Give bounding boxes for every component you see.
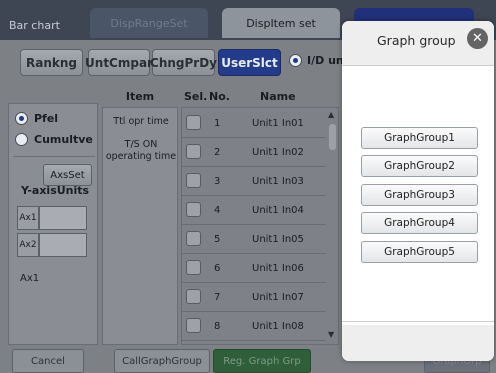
divider [13,156,95,157]
select-checkbox[interactable] [186,231,201,246]
radio-dot-icon [15,112,28,125]
row-number: 6 [214,263,221,274]
dialog-footer [342,325,494,361]
scroll-down-icon[interactable]: ▼ [328,330,334,339]
row-name: Unit1 In06 [252,263,304,274]
row-number: 2 [214,147,221,158]
register-graph-group-button[interactable]: Reg. Graph Grp [213,349,311,373]
row-name: Unit1 In04 [252,205,304,216]
change-period-day-button[interactable]: ChngPrDy [150,49,217,76]
radio-dot-icon [289,54,302,67]
left-panel: Pfel Cumultve Y-axisUnits Ax1 Ax2 Ax1 [8,103,98,345]
item-operating-time[interactable]: operating time [103,151,179,162]
row-number: 8 [214,321,221,332]
row-name: Unit1 In05 [252,234,304,245]
table-scrollbar[interactable]: ▲ ▼ [327,110,338,342]
ax1-row: Ax1 [17,206,87,230]
radio-dot-icon [15,133,28,146]
scroll-thumb[interactable] [329,124,336,150]
graph-group-dialog: Graph group ✕ GraphGroup1 GraphGroup2 Gr… [342,21,494,361]
table-row[interactable]: 7 Unit1 In07 [182,283,326,312]
screen-title: Bar chart [9,18,60,32]
ax1-text: Ax1 [20,273,40,284]
graph-group-4-button[interactable]: GraphGroup4 [361,212,478,234]
graph-group-2-button[interactable]: GraphGroup2 [361,155,478,177]
ax1-input[interactable] [39,206,87,230]
scroll-up-icon[interactable]: ▲ [328,110,334,119]
row-number: 5 [214,234,221,245]
cumulative-radio[interactable]: Cumultve [15,133,93,146]
select-checkbox[interactable] [186,289,201,304]
table-row[interactable]: 2 Unit1 In02 [182,138,326,167]
select-checkbox[interactable] [186,202,201,217]
item-header: Item [125,90,155,103]
cancel-button[interactable]: Cancel [12,349,84,373]
pfel-radio[interactable]: Pfel [15,112,58,125]
row-name: Unit1 In03 [252,176,304,187]
item-total-operation-time[interactable]: Ttl opr time [103,116,179,127]
row-number: 3 [214,176,221,187]
no-column-header: No. [209,90,230,103]
select-checkbox[interactable] [186,173,201,188]
axis-set-button[interactable]: AxsSet [43,164,92,186]
item-ts-on[interactable]: T/S ON [103,139,179,150]
row-name: Unit1 In01 [252,118,304,129]
close-icon[interactable]: ✕ [467,28,488,49]
table-row[interactable]: 5 Unit1 In05 [182,225,326,254]
divider [342,321,494,322]
row-name: Unit1 In02 [252,147,304,158]
ax2-label: Ax2 [17,233,39,257]
row-number: 7 [214,292,221,303]
row-number: 4 [214,205,221,216]
ax1-label: Ax1 [17,206,39,230]
graph-group-1-button[interactable]: GraphGroup1 [361,127,478,149]
table-row[interactable]: 6 Unit1 In06 [182,254,326,283]
table-row[interactable]: 4 Unit1 In04 [182,196,326,225]
graph-group-3-button[interactable]: GraphGroup3 [361,184,478,206]
row-name: Unit1 In07 [252,292,304,303]
unit-compare-button[interactable]: UntCmpar [85,49,153,76]
dialog-header: Graph group ✕ [342,21,494,65]
graph-group-5-button[interactable]: GraphGroup5 [361,241,478,263]
table-row[interactable]: 1 Unit1 In01 [182,109,326,138]
row-name: Unit1 In08 [252,321,304,332]
row-number: 1 [214,118,221,129]
table-row[interactable]: 3 Unit1 In03 [182,167,326,196]
select-checkbox[interactable] [186,260,201,275]
ranking-button[interactable]: Rankng [20,49,83,76]
divider [342,65,494,66]
call-graph-group-button[interactable]: CallGraphGroup [114,349,210,373]
ax2-row: Ax2 [17,233,87,257]
select-checkbox[interactable] [186,115,201,130]
tab-disp-range-set[interactable]: DispRangeSet [90,8,208,38]
user-select-button[interactable]: UserSlct [218,49,281,76]
sel-column-header: Sel. [184,90,208,103]
select-checkbox[interactable] [186,144,201,159]
pfel-label: Pfel [34,112,59,125]
select-checkbox[interactable] [186,318,201,333]
name-column-header: Name [260,90,296,103]
dialog-title: Graph group [377,33,456,48]
signal-table: 1 Unit1 In01 2 Unit1 In02 3 Unit1 In03 4… [181,107,339,345]
item-column: Ttl opr time T/S ON operating time [102,107,178,345]
ax2-input[interactable] [39,233,87,257]
cumulative-label: Cumultve [34,133,93,146]
table-row[interactable]: 8 Unit1 In08 [182,312,326,341]
tab-disp-item-set[interactable]: DispItem set [222,8,340,38]
